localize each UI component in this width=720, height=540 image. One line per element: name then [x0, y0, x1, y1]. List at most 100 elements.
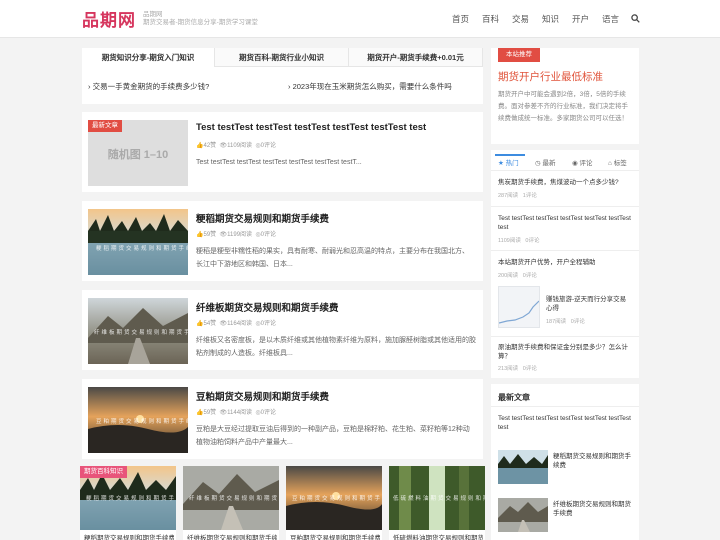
grid-title[interactable]: 低硫燃料油期货交易规则和期货手续费	[393, 532, 483, 540]
post-comments: 0评论	[260, 321, 276, 327]
nav-home[interactable]: 首页	[452, 13, 469, 25]
post-item: 随机图 1–10 最新文章 Test testTest testTest tes…	[82, 112, 483, 192]
latest-item-title[interactable]: 粳稻期货交易规则和期货手续费	[553, 452, 633, 470]
hot-item-views: 187阅读	[546, 319, 567, 325]
eye-icon: 👁	[219, 321, 228, 327]
tab-link-gold[interactable]: › 交易一手黄金期货的手续费多少钱?	[88, 81, 209, 92]
grid-thumbnail: 豆粕期货交易规则和期货手续费	[286, 466, 382, 530]
post-title[interactable]: Test testTest testTest testTest testTest…	[196, 122, 426, 133]
mountain-road-image	[498, 498, 548, 532]
thumbnail-overlay-text: 粳稻期货交易规则和期货手续费	[96, 246, 188, 252]
hot-item-meta: 187阅读 0评论	[546, 317, 585, 325]
tagline-line-1: 品期网	[143, 11, 163, 18]
post-thumbnail[interactable]: 豆粕期货交易规则和期货手续费	[88, 387, 188, 453]
tagline-line-2: 期货交易者-期货信息分享-期货学习课堂	[143, 19, 258, 26]
tab-comments-label: 评论	[579, 160, 593, 167]
thumbnail-overlay-text: 豆粕期货交易规则和期货手续费	[96, 419, 188, 425]
hot-item-title[interactable]: 焦炭期货手续费，焦煤波动一个点多少钱?	[498, 178, 632, 187]
post-views: 1164阅读	[227, 321, 253, 327]
grid-item[interactable]: 豆粕期货交易规则和期货手续费 豆粕期货交易规则和期货手续费	[286, 466, 382, 540]
grid-overlay-text: 纤维板期货交易规则和期货手续费	[189, 496, 279, 502]
grid-thumbnail: 纤维板期货交易规则和期货手续费	[183, 466, 279, 530]
category-tabs-box: 期货知识分享-期货入门知识 期货百科-期货行业小知识 期货开户-期货手续费+0.…	[82, 48, 483, 104]
tab-futures-encyclopedia[interactable]: 期货百科-期货行业小知识	[215, 48, 349, 67]
post-comments: 0评论	[260, 143, 276, 149]
trading-chart-thumbnail[interactable]	[498, 286, 540, 328]
hot-item-title[interactable]: 赚钱旅游-逆天而行分享交易心得	[546, 295, 632, 313]
post-views: 1109阅读	[227, 143, 253, 149]
lake-sunset-image	[88, 209, 188, 275]
clock-icon: ◷	[535, 160, 541, 167]
search-icon[interactable]	[631, 14, 640, 23]
hot-item-meta: 200阅读 0评论	[498, 271, 537, 279]
thumbnail-placeholder-text: 随机图 1–10	[107, 149, 169, 161]
post-title[interactable]: 粳稻期货交易规则和期货手续费	[196, 211, 329, 225]
tab-tags-label: 标签	[613, 160, 627, 167]
post-comments: 0评论	[260, 410, 276, 416]
post-meta: 👍54赞 👁1164阅读 ◎0评论	[196, 318, 276, 327]
grid-item[interactable]: 纤维板期货交易规则和期货手续费 纤维板期货交易规则和期货手续费	[183, 466, 279, 540]
post-meta: 👍42赞 👁1109阅读 ◎0评论	[196, 140, 276, 149]
hot-item-title[interactable]: 原油期货手续费和保证金分别是多少？怎么计算？	[498, 343, 632, 361]
hot-item-meta: 1109阅读 0评论	[498, 236, 539, 244]
grid-title[interactable]: 粳稻期货交易规则和期货手续费	[84, 532, 174, 540]
hot-item-comments: 0评论	[522, 273, 537, 279]
nav-language[interactable]: 语言	[602, 13, 619, 25]
post-likes: 54赞	[203, 321, 217, 327]
latest-item-thumbnail[interactable]	[498, 450, 548, 484]
site-header: 品期网 品期网 期货交易者-期货信息分享-期货学习课堂 首页 百科 交易 知识 …	[0, 0, 720, 38]
hot-item-comments: 0评论	[525, 238, 540, 244]
post-thumbnail[interactable]: 纤维板期货交易规则和期货手续费	[88, 298, 188, 364]
post-excerpt: Test testTest testTest testTest testTest…	[196, 159, 362, 166]
post-thumbnail[interactable]: 粳稻期货交易规则和期货手续费	[88, 209, 188, 275]
tab-futures-knowledge[interactable]: 期货知识分享-期货入门知识	[82, 48, 215, 67]
tab-latest[interactable]: ◷ 最新	[535, 157, 555, 167]
post-title[interactable]: 豆粕期货交易规则和期货手续费	[196, 389, 329, 403]
hot-posts-widget: ★ 热门 ◷ 最新 ◉ 评论 ⌂ 标签 焦炭期货手续费，焦煤波动一个点多少钱? …	[491, 150, 639, 378]
latest-item-title[interactable]: Test testTest testTest testTest testTest…	[498, 414, 632, 432]
hot-item-meta: 213阅读 0评论	[498, 364, 537, 372]
post-views: 1144阅读	[227, 410, 253, 416]
post-likes: 59赞	[203, 232, 217, 238]
tab-comments[interactable]: ◉ 评论	[572, 157, 592, 167]
latest-item-title[interactable]: 纤维板期货交易规则和期货手续费	[553, 500, 633, 518]
post-item: 粳稻期货交易规则和期货手续费 粳稻期货交易规则和期货手续费 👍59赞 👁1199…	[82, 201, 483, 281]
site-logo[interactable]: 品期网	[82, 6, 136, 31]
nav-encyclopedia[interactable]: 百科	[482, 13, 499, 25]
post-item: 豆粕期货交易规则和期货手续费 豆粕期货交易规则和期货手续费 👍59赞 👁1144…	[82, 379, 483, 459]
recommend-title[interactable]: 期货开户行业最低标准	[498, 69, 603, 84]
post-meta: 👍59赞 👁1144阅读 ◎0评论	[196, 407, 276, 416]
latest-widget-title: 最新文章	[498, 393, 530, 402]
nav-knowledge[interactable]: 知识	[542, 13, 559, 25]
grid-overlay-text: 豆粕期货交易规则和期货手续费	[292, 496, 382, 502]
site-tagline: 品期网 期货交易者-期货信息分享-期货学习课堂	[143, 11, 258, 27]
grid-item[interactable]: 低硫燃料油期货交易规则和期货手续费 低硫燃料油期货交易规则和期货手续费	[389, 466, 485, 540]
latest-item-thumbnail[interactable]	[498, 498, 548, 532]
tab-futures-open-account[interactable]: 期货开户-期货手续费+0.01元	[349, 48, 483, 67]
tab-latest-label: 最新	[542, 160, 556, 167]
hot-item-title[interactable]: 本站期货开户优势，开户全程辅助	[498, 258, 632, 267]
nav-open-account[interactable]: 开户	[572, 13, 589, 25]
hot-item-views: 287阅读	[498, 193, 519, 199]
post-excerpt: 豆粕是大豆经过提取豆油后得到的一种副产品，豆粕是棉籽粕、花生粕、菜籽粕等12种动…	[196, 426, 470, 446]
comment-icon: ◉	[572, 160, 578, 167]
grid-title[interactable]: 纤维板期货交易规则和期货手续费	[187, 532, 277, 540]
tab-link-corn[interactable]: › 2023年现在玉米期货怎么购买，需要什么条件吗	[288, 81, 452, 92]
grid-item[interactable]: 粳稻期货交易规则和期货手续费 期货百科知识 粳稻期货交易规则和期货手续费	[80, 466, 176, 540]
post-excerpt: 粳稻是粳型非糯性稻的果实，具有耐寒、耐弱光和忍高温的特点，主要分布在我国北方、 …	[196, 248, 469, 268]
nav-trading[interactable]: 交易	[512, 13, 529, 25]
eye-icon: 👁	[219, 143, 228, 149]
grid-overlay-text: 低硫燃料油期货交易规则和期货手续费	[393, 496, 485, 502]
tab-link-corn-text: 2023年现在玉米期货怎么购买，需要什么条件吗	[292, 82, 452, 91]
grid-title[interactable]: 豆粕期货交易规则和期货手续费	[290, 532, 380, 540]
tab-hot[interactable]: ★ 热门	[498, 157, 519, 167]
post-comments: 0评论	[260, 232, 276, 238]
post-title[interactable]: 纤维板期货交易规则和期货手续费	[196, 300, 339, 314]
hot-item-views: 213阅读	[498, 366, 519, 372]
post-item: 纤维板期货交易规则和期货手续费 纤维板期货交易规则和期货手续费 👍54赞 👁11…	[82, 290, 483, 370]
recommend-text: 期货开户中可能会遇到2倍，3倍，5倍的手续费。面对参差不齐的行业标准，我们决定将…	[498, 91, 628, 122]
hot-item-comments: 0评论	[570, 319, 585, 325]
recommend-badge: 本站推荐	[498, 48, 540, 62]
tab-tags[interactable]: ⌂ 标签	[608, 157, 627, 167]
hot-item-title[interactable]: Test testTest testTest testTest testTest…	[498, 214, 632, 232]
